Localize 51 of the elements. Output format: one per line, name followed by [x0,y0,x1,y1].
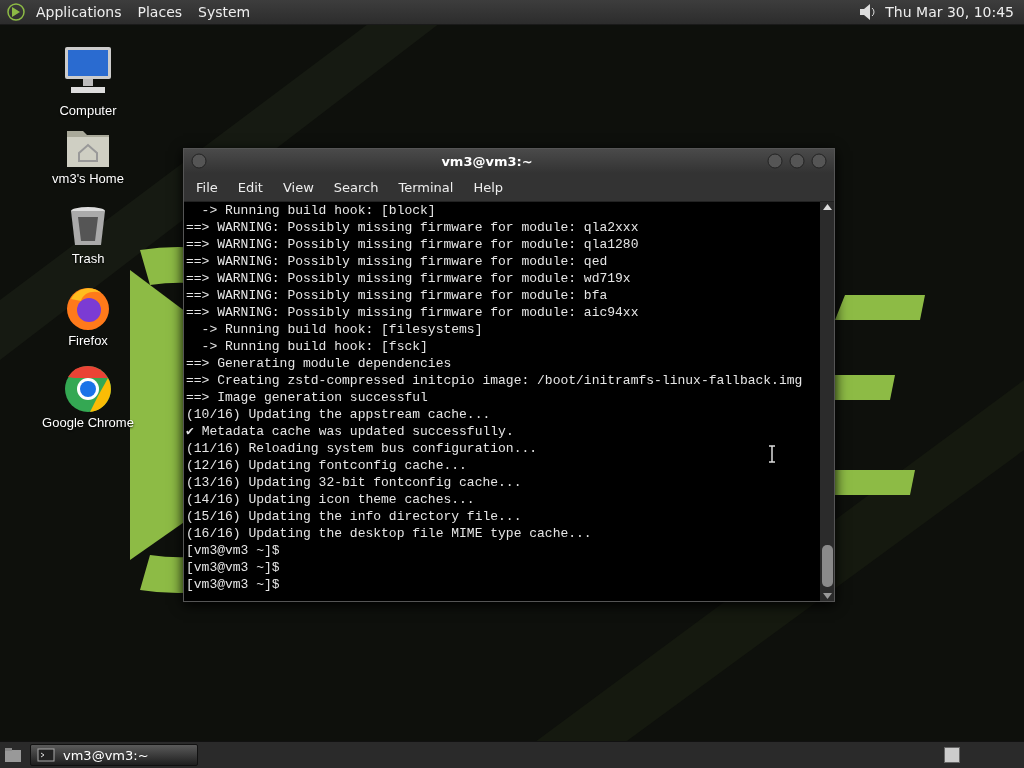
terminal-line: ==> WARNING: Possibly missing firmware for module: qed [186,253,608,270]
scrollbar-thumb[interactable] [821,545,833,587]
terminal-line: ==> Creating zstd-compressed initcpio image: /boot/initramfs-linux-fallback.img [186,372,803,389]
menu-item[interactable]: Edit [227,176,273,198]
terminal-line: (13/16) Updating 32-bit fontconfig cache... [186,474,522,491]
terminal-line: ==> WARNING: Possibly missing firmware for module: wd719x [186,270,631,287]
scroll-down-icon[interactable] [822,593,832,599]
menu-item[interactable]: Help [463,176,514,198]
clock[interactable]: Thu Mar 30, 10:45 [881,4,1018,20]
show-desktop-icon[interactable] [4,747,22,763]
terminal-icon [37,747,55,763]
text-cursor-icon [767,445,777,463]
chrome-icon [64,365,112,413]
terminal-line: ==> WARNING: Possibly missing firmware for module: qla1280 [186,236,639,253]
speaker-icon[interactable] [857,2,878,22]
terminal-line: ==> WARNING: Possibly missing firmware for module: bfa [186,287,608,304]
firefox-icon [65,285,111,331]
terminal-line: ==> WARNING: Possibly missing firmware for module: aic94xx [186,304,639,321]
terminal-line: (16/16) Updating the desktop file MIME type cache... [186,525,592,542]
terminal-line: (15/16) Updating the info directory file... [186,508,522,525]
scrollbar[interactable] [820,202,834,601]
terminal-line: (11/16) Reloading system bus configuration... [186,440,538,457]
desktop-icon-label[interactable]: vm3's Home [52,171,124,186]
panel-menu[interactable]: Places [131,2,189,22]
menu-item[interactable]: File [186,176,228,198]
scroll-up-icon[interactable] [822,204,832,210]
taskbar-button[interactable]: vm3@vm3:~ [30,744,198,766]
terminal-line: [vm3@vm3 ~]$ [186,576,280,593]
terminal-line: -> Running build hook: [block] [200,202,436,219]
terminal-line: (14/16) Updating icon theme caches... [186,491,475,508]
desktop-icon-label[interactable]: Firefox [68,333,108,348]
terminal-line: [vm3@vm3 ~]$ [186,542,280,559]
terminal-line: [vm3@vm3 ~]$ [186,559,280,576]
panel-menu[interactable]: Applications [30,2,128,22]
terminal-line: -> Running build hook: [fsck] [200,338,428,355]
workspace-switcher[interactable] [944,747,960,763]
terminal-line: (12/16) Updating fontconfig cache... [186,457,467,474]
menu-item[interactable]: View [272,176,324,198]
logo-icon[interactable] [6,2,26,22]
terminal-line: ==> WARNING: Possibly missing firmware for module: qla2xxx [186,219,639,236]
terminal-line: (10/16) Updating the appstream cache... [186,406,491,423]
menu-item[interactable]: Search [323,176,389,198]
window-title: vm3@vm3:~ [440,153,534,169]
desktop-icon-label[interactable]: Trash [71,251,105,266]
desktop-icon-label[interactable]: Computer [59,103,117,118]
terminal-line: ==> Image generation successful [186,389,428,406]
terminal-line: ==> Generating module dependencies [186,355,452,372]
panel-menu[interactable]: System [192,2,257,22]
terminal-line: ✔ Metadata cache was updated successfully. [186,423,514,440]
terminal-line: -> Running build hook: [filesystems] [200,321,483,338]
menu-item[interactable]: Terminal [388,176,464,198]
